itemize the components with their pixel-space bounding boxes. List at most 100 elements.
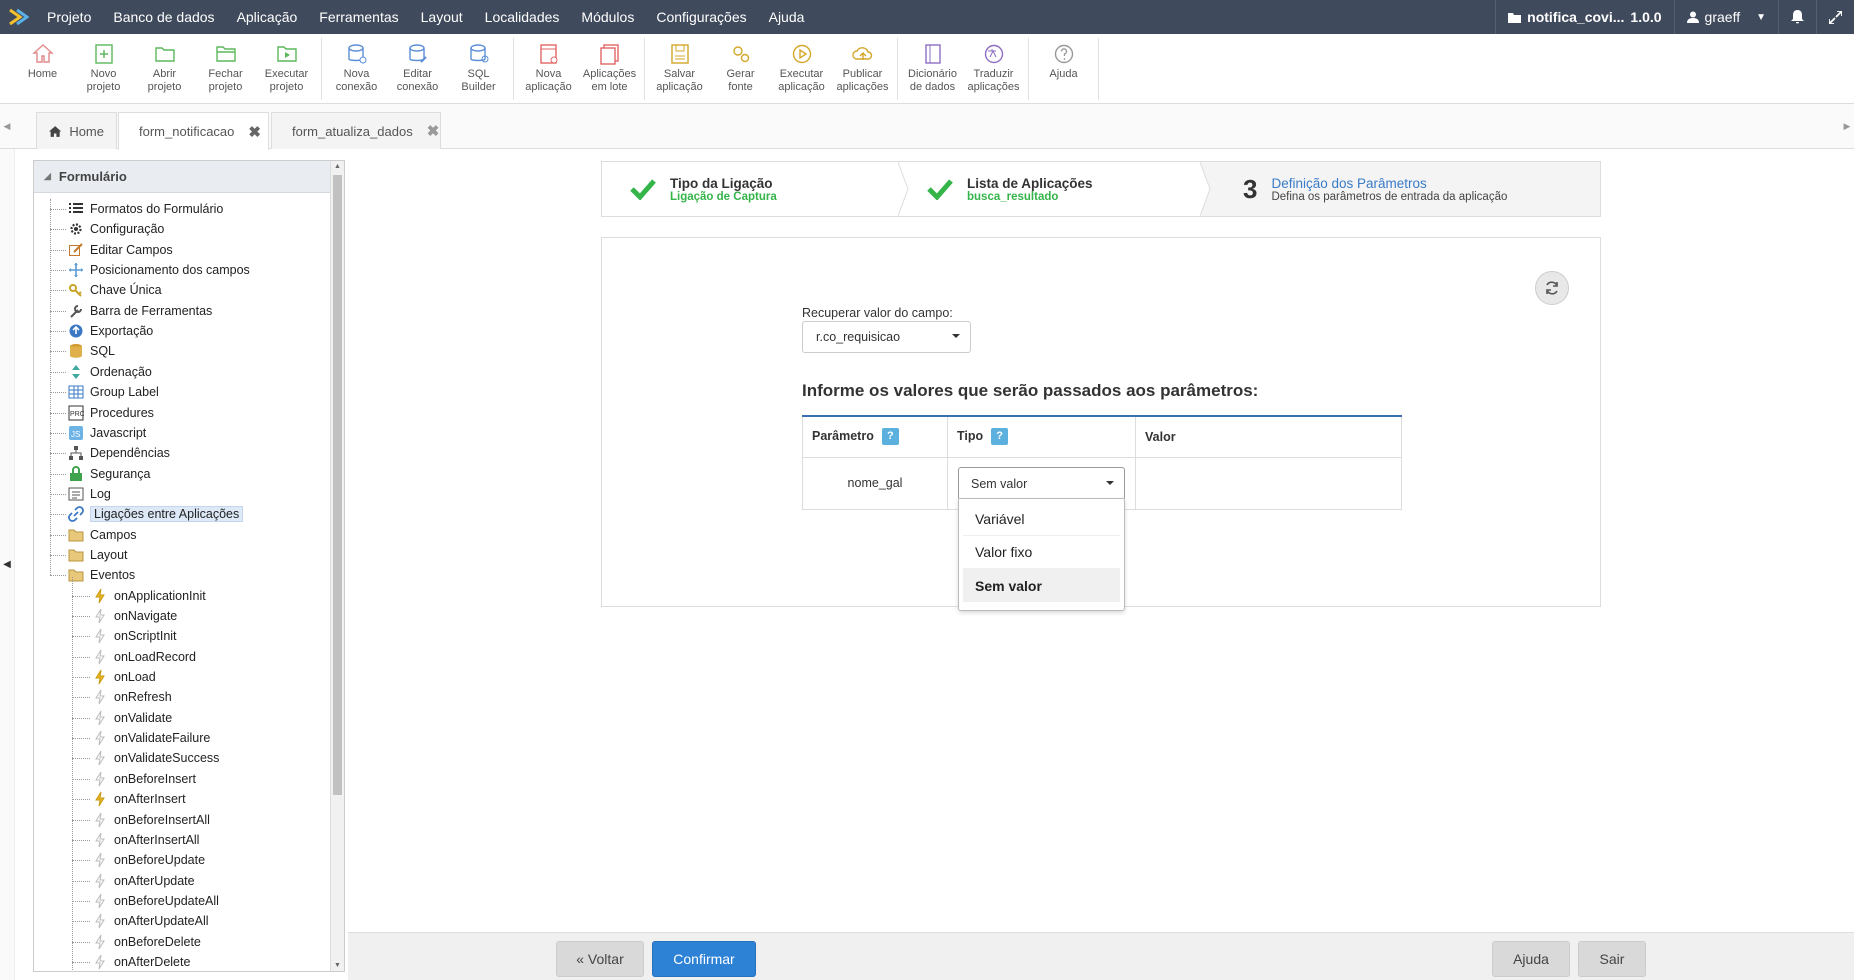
- sidebar-event-item[interactable]: onValidate: [92, 708, 172, 728]
- toolbar-button-publicar-aplicações[interactable]: Publicar aplicações: [832, 38, 893, 100]
- confirm-button[interactable]: Confirmar: [652, 941, 756, 977]
- sidebar-event-item[interactable]: onAfterInsertAll: [92, 830, 199, 850]
- toolbar-button-sql-builder[interactable]: SQL Builder: [448, 38, 509, 100]
- sidebar-event-item[interactable]: onApplicationInit: [92, 586, 206, 606]
- menu-ajuda[interactable]: Ajuda: [758, 0, 816, 34]
- sidebar-item[interactable]: Exportação: [68, 321, 153, 341]
- project-selector[interactable]: notifica_covi... 1.0.0: [1495, 0, 1673, 34]
- tabs-scroll-right[interactable]: ▶: [1840, 104, 1854, 149]
- back-button[interactable]: « Voltar: [556, 941, 644, 977]
- refresh-button[interactable]: [1535, 271, 1569, 305]
- exit-button[interactable]: Sair: [1578, 941, 1646, 977]
- sidebar-event-item[interactable]: onAfterUpdateAll: [92, 911, 209, 931]
- sidebar-item[interactable]: Chave Única: [68, 280, 162, 300]
- scriptcase-logo[interactable]: [0, 0, 36, 34]
- menu-projeto[interactable]: Projeto: [36, 0, 102, 34]
- toolbar-button-ajuda[interactable]: Ajuda: [1033, 38, 1094, 100]
- sidebar-item[interactable]: Ordenação: [68, 362, 152, 382]
- project-version: 1.0.0: [1630, 9, 1662, 25]
- sidebar-item[interactable]: Dependências: [68, 443, 170, 463]
- option-sem-valor[interactable]: Sem valor: [963, 569, 1120, 602]
- help-button[interactable]: Ajuda: [1492, 941, 1570, 977]
- toolbar-button-nova-conexão[interactable]: Nova conexão: [326, 38, 387, 100]
- toolbar-button-abrir-projeto[interactable]: Abrir projeto: [134, 38, 195, 100]
- sidebar-event-item[interactable]: onAfterDelete: [92, 952, 190, 971]
- sidebar-item[interactable]: Eventos: [68, 565, 135, 585]
- sidebar-event-item[interactable]: onNavigate: [92, 606, 177, 626]
- sidebar-header[interactable]: ◢ Formulário: [34, 161, 344, 193]
- toolbar-button-fechar-projeto[interactable]: Fechar projeto: [195, 38, 256, 100]
- menu-localidades[interactable]: Localidades: [474, 0, 571, 34]
- sidebar-item[interactable]: Segurança: [68, 464, 150, 484]
- sidebar-event-item[interactable]: onBeforeInsert: [92, 769, 196, 789]
- sidebar-item[interactable]: Log: [68, 484, 111, 504]
- notifications-button[interactable]: [1778, 0, 1816, 34]
- collapse-sidebar-handle[interactable]: ◀: [0, 149, 15, 980]
- menu-configuracoes[interactable]: Configurações: [645, 0, 757, 34]
- menu-ferramentas[interactable]: Ferramentas: [308, 0, 409, 34]
- sidebar-item[interactable]: JS Javascript: [68, 423, 146, 443]
- recover-field-select[interactable]: r.co_requisicao: [802, 321, 971, 353]
- sidebar-event-item[interactable]: onLoad: [92, 667, 156, 687]
- tab-label: form_notificacao: [139, 124, 235, 139]
- tab-form-atualiza-dados[interactable]: form_atualiza_dados ✖: [271, 112, 441, 149]
- toolbar-button-label: Nova conexão: [335, 68, 378, 93]
- sidebar-event-item[interactable]: onValidateSuccess: [92, 748, 219, 768]
- toolbar-button-gerar-fonte[interactable]: Gerar fonte: [710, 38, 771, 100]
- tabs-scroll-left[interactable]: ◀: [0, 104, 14, 149]
- sidebar-event-item[interactable]: onAfterUpdate: [92, 871, 195, 891]
- sidebar-item[interactable]: SQL: [68, 341, 115, 361]
- sidebar-event-item[interactable]: onRefresh: [92, 687, 172, 707]
- sidebar-item[interactable]: Layout: [68, 545, 128, 565]
- tab-form-notificacao[interactable]: form_notificacao ✖: [118, 112, 269, 150]
- sidebar-event-item[interactable]: onValidateFailure: [92, 728, 210, 748]
- folder-icon: [68, 567, 84, 583]
- sidebar-scrollbar[interactable]: ▲ ▼: [330, 161, 344, 971]
- tab-home[interactable]: Home: [36, 112, 117, 149]
- toolbar-button-nova-aplicação[interactable]: Nova aplicação: [518, 38, 579, 100]
- sidebar-item[interactable]: Ligações entre Aplicações: [68, 504, 244, 524]
- toolbar-button-dicionário-de-dados[interactable]: Dicionário de dados: [902, 38, 963, 100]
- sidebar-event-item[interactable]: onBeforeDelete: [92, 932, 201, 952]
- wizard-step-2[interactable]: Lista de Aplicações busca_resultado: [899, 162, 1211, 216]
- sidebar-event-item[interactable]: onScriptInit: [92, 626, 177, 646]
- option-variavel[interactable]: Variável: [963, 503, 1120, 536]
- toolbar-button-salvar-aplicação[interactable]: Salvar aplicação: [649, 38, 710, 100]
- sidebar-item[interactable]: Campos: [68, 525, 137, 545]
- sidebar-event-item[interactable]: onBeforeUpdateAll: [92, 891, 219, 911]
- menu-banco-de-dados[interactable]: Banco de dados: [102, 0, 225, 34]
- sidebar-item-label: Exportação: [90, 324, 154, 339]
- sidebar-event-item[interactable]: onBeforeInsertAll: [92, 810, 210, 830]
- help-badge-icon[interactable]: ?: [991, 428, 1009, 446]
- scrollbar-thumb[interactable]: [333, 175, 342, 795]
- sidebar-event-item[interactable]: onAfterInsert: [92, 789, 186, 809]
- sidebar-event-item[interactable]: onBeforeUpdate: [92, 850, 205, 870]
- menu-layout[interactable]: Layout: [410, 0, 474, 34]
- toolbar-button-traduzir-aplicações[interactable]: Traduzir aplicações: [963, 38, 1024, 100]
- user-menu[interactable]: graeff ▼: [1673, 0, 1778, 34]
- toolbar-button-executar-aplicação[interactable]: Executar aplicação: [771, 38, 832, 100]
- sidebar-item[interactable]: Configuração: [68, 219, 164, 239]
- sidebar-item[interactable]: Editar Campos: [68, 240, 173, 260]
- sidebar-item[interactable]: Group Label: [68, 382, 159, 402]
- sidebar-item[interactable]: Barra de Ferramentas: [68, 301, 212, 321]
- toolbar-button-aplicações-em-lote[interactable]: Aplicações em lote: [579, 38, 640, 100]
- toolbar-button-home[interactable]: Home: [12, 38, 73, 100]
- tipo-select[interactable]: Sem valor: [958, 467, 1125, 499]
- sidebar-item[interactable]: Posicionamento dos campos: [68, 260, 250, 280]
- toolbar-button-executar-projeto[interactable]: Executar projeto: [256, 38, 317, 100]
- menu-modulos[interactable]: Módulos: [570, 0, 645, 34]
- close-icon[interactable]: ✖: [248, 123, 261, 141]
- sidebar-item[interactable]: PRO Procedures: [68, 403, 154, 423]
- help-badge-icon[interactable]: ?: [881, 428, 899, 446]
- option-valor-fixo[interactable]: Valor fixo: [963, 536, 1120, 569]
- toolbar-button-novo-projeto[interactable]: Novo projeto: [73, 38, 134, 100]
- fullscreen-button[interactable]: [1816, 0, 1854, 34]
- menu-aplicacao[interactable]: Aplicação: [226, 0, 309, 34]
- sidebar-event-item[interactable]: onLoadRecord: [92, 647, 196, 667]
- toolbar-button-editar-conexão[interactable]: Editar conexão: [387, 38, 448, 100]
- wizard-step-1[interactable]: Tipo da Ligação Ligação de Captura: [602, 162, 909, 216]
- wizard-step-3[interactable]: 3 Definição dos Parâmetros Defina os par…: [1201, 162, 1600, 216]
- close-icon[interactable]: ✖: [427, 122, 440, 140]
- sidebar-item[interactable]: Formatos do Formulário: [68, 199, 223, 219]
